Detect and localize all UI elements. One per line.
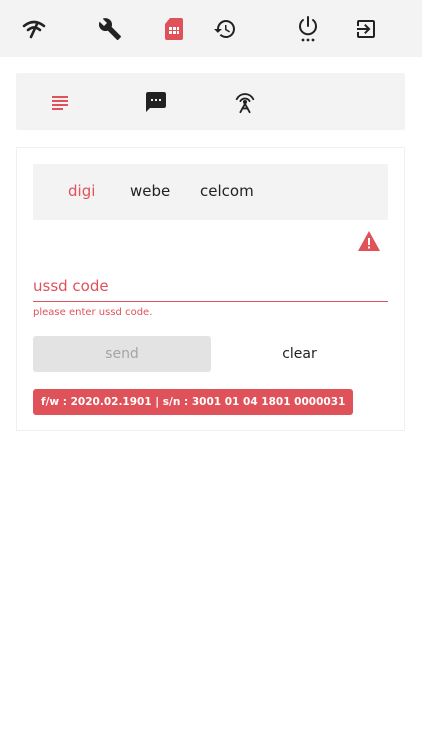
tab-celcom[interactable]: celcom (200, 182, 254, 200)
ussd-error-message: please enter ussd code. (33, 307, 153, 318)
ussd-card: digi webe celcom please enter ussd code.… (16, 147, 405, 431)
wrench-icon[interactable] (97, 16, 123, 42)
list-icon[interactable] (48, 90, 72, 114)
history-icon[interactable] (212, 16, 238, 42)
top-toolbar (0, 0, 422, 57)
power-icon[interactable] (295, 16, 321, 42)
tab-digi[interactable]: digi (68, 182, 95, 200)
sms-icon[interactable] (144, 90, 168, 114)
firmware-badge: f/w : 2020.02.1901 | s/n : 3001 01 04 18… (33, 389, 354, 415)
logout-icon[interactable] (353, 16, 379, 42)
sub-toolbar (16, 73, 405, 129)
warning-icon (357, 230, 381, 252)
wifi-icon[interactable] (21, 16, 47, 42)
sim-card-icon[interactable] (161, 16, 187, 42)
clear-button[interactable]: clear (227, 336, 372, 372)
antenna-icon[interactable] (233, 90, 257, 114)
ussd-field (33, 273, 388, 302)
ussd-input[interactable] (33, 273, 388, 299)
tab-webe[interactable]: webe (130, 182, 170, 200)
operator-tabs: digi webe celcom (33, 164, 388, 220)
send-button[interactable]: send (33, 336, 211, 372)
